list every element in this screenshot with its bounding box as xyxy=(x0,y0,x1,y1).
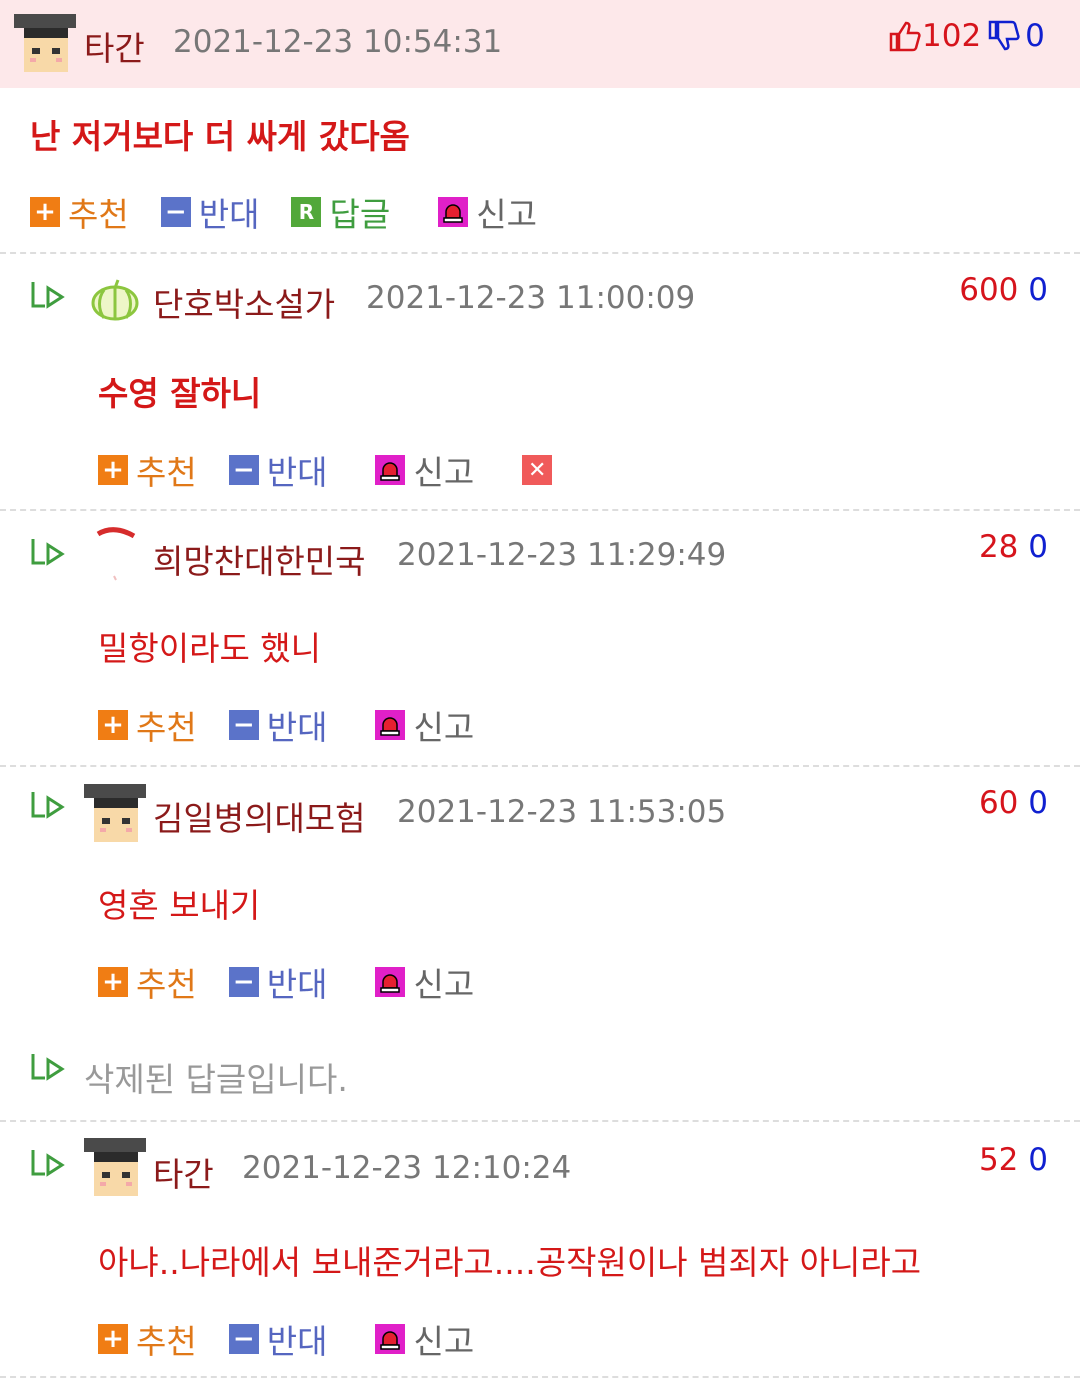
divider xyxy=(0,765,1080,767)
report-button[interactable]: 신고 xyxy=(476,188,537,236)
student-avatar-icon[interactable] xyxy=(84,784,146,846)
minus-icon[interactable]: − xyxy=(228,1324,259,1354)
downvote-count: 0 xyxy=(1025,18,1045,54)
minus-icon[interactable]: − xyxy=(228,455,259,485)
downvote-count: 0 xyxy=(1028,1142,1048,1178)
reply-actions: + 추천 − 반대 신고 xyxy=(98,958,474,1006)
plus-icon[interactable]: + xyxy=(98,455,128,485)
recommend-button[interactable]: 추천 xyxy=(136,958,197,1006)
recommend-button[interactable]: 추천 xyxy=(136,1315,197,1363)
siren-icon[interactable] xyxy=(375,967,406,997)
plus-icon[interactable]: + xyxy=(98,967,128,997)
upvote-count: 28 xyxy=(978,529,1019,565)
plus-icon[interactable]: + xyxy=(98,1324,128,1354)
oppose-button[interactable]: 반대 xyxy=(267,958,328,1006)
reply-votes: 28 0 xyxy=(979,529,1048,565)
student-avatar-icon[interactable] xyxy=(14,14,76,76)
oppose-button[interactable]: 반대 xyxy=(267,1315,328,1363)
reply-button[interactable]: 답글 xyxy=(329,188,390,236)
deleted-reply-notice: 삭제된 답글입니다. xyxy=(84,1060,348,1099)
recommend-button[interactable]: 추천 xyxy=(136,446,197,494)
reply-author[interactable]: 김일병의대모험 xyxy=(153,792,366,840)
siren-icon[interactable] xyxy=(375,455,406,485)
downvote-count: 0 xyxy=(1028,272,1048,308)
comment-date: 2021-12-23 10:54:31 xyxy=(173,24,503,60)
recommend-button[interactable]: 추천 xyxy=(68,188,129,236)
comment-author[interactable]: 타간 xyxy=(84,22,145,70)
delete-icon[interactable]: ✕ xyxy=(522,455,553,485)
pumpkin-icon[interactable] xyxy=(90,276,140,322)
reply-arrow-icon xyxy=(31,792,65,819)
report-button[interactable]: 신고 xyxy=(413,958,474,1006)
avatar[interactable] xyxy=(90,526,140,584)
reply-icon[interactable]: R xyxy=(291,197,322,227)
reply-arrow-icon xyxy=(31,539,65,566)
reply-author[interactable]: 희망찬대한민국 xyxy=(153,535,366,583)
report-button[interactable]: 신고 xyxy=(413,1315,474,1363)
reply-arrow-icon xyxy=(31,282,65,309)
plus-icon[interactable]: + xyxy=(30,197,60,227)
upvote-count: 102 xyxy=(922,18,982,54)
divider xyxy=(0,1376,1080,1378)
reply-author[interactable]: 단호박소설가 xyxy=(153,278,335,326)
oppose-button[interactable]: 반대 xyxy=(267,701,328,749)
downvote-count: 0 xyxy=(1028,529,1048,565)
minus-icon[interactable]: − xyxy=(228,967,259,997)
siren-icon[interactable] xyxy=(375,710,406,740)
reply-votes: 600 0 xyxy=(959,272,1048,308)
recommend-button[interactable]: 추천 xyxy=(136,701,197,749)
minus-icon[interactable]: − xyxy=(228,710,259,740)
comment-body: 난 저거보다 더 싸게 갔다옴 xyxy=(30,117,410,156)
plus-icon[interactable]: + xyxy=(98,710,128,740)
comment-actions: + 추천 − 반대 R 답글 신고 xyxy=(30,188,537,236)
upvote-count: 600 xyxy=(959,272,1019,308)
upvote-count: 60 xyxy=(978,785,1019,821)
vote-counts: 102 0 xyxy=(888,18,1045,54)
oppose-button[interactable]: 반대 xyxy=(267,446,328,494)
reply-actions: + 추천 − 반대 신고 xyxy=(98,701,474,749)
reply-actions: + 추천 − 반대 신고 ✕ xyxy=(98,446,560,494)
reply-votes: 60 0 xyxy=(979,785,1048,821)
reply-arrow-icon xyxy=(31,1054,65,1081)
thumbs-down-icon[interactable] xyxy=(987,19,1021,53)
reply-actions: + 추천 − 반대 신고 xyxy=(98,1315,474,1363)
upvote-count: 52 xyxy=(978,1142,1019,1178)
student-avatar-icon[interactable] xyxy=(84,1138,146,1200)
divider xyxy=(0,252,1080,254)
siren-icon[interactable] xyxy=(438,197,469,227)
thumbs-up-icon[interactable] xyxy=(888,19,922,53)
reply-body: 아냐..나라에서 보내준거라고....공작원이나 범죄자 아니라고 xyxy=(98,1243,922,1282)
downvote-count: 0 xyxy=(1028,785,1048,821)
reply-votes: 52 0 xyxy=(979,1142,1048,1178)
report-button[interactable]: 신고 xyxy=(413,446,474,494)
reply-date: 2021-12-23 11:29:49 xyxy=(397,537,727,573)
reply-date: 2021-12-23 11:00:09 xyxy=(366,280,696,316)
reply-body: 밀항이라도 했니 xyxy=(98,629,322,668)
siren-icon[interactable] xyxy=(375,1324,406,1354)
report-button[interactable]: 신고 xyxy=(413,701,474,749)
divider xyxy=(0,509,1080,511)
minus-icon[interactable]: − xyxy=(160,197,191,227)
reply-arrow-icon xyxy=(31,1150,65,1177)
reply-date: 2021-12-23 12:10:24 xyxy=(242,1150,572,1186)
reply-body: 영혼 보내기 xyxy=(98,886,261,925)
reply-author[interactable]: 타간 xyxy=(153,1148,214,1196)
divider xyxy=(0,1120,1080,1122)
oppose-button[interactable]: 반대 xyxy=(199,188,260,236)
reply-body: 수영 잘하니 xyxy=(98,374,262,413)
reply-date: 2021-12-23 11:53:05 xyxy=(397,794,727,830)
